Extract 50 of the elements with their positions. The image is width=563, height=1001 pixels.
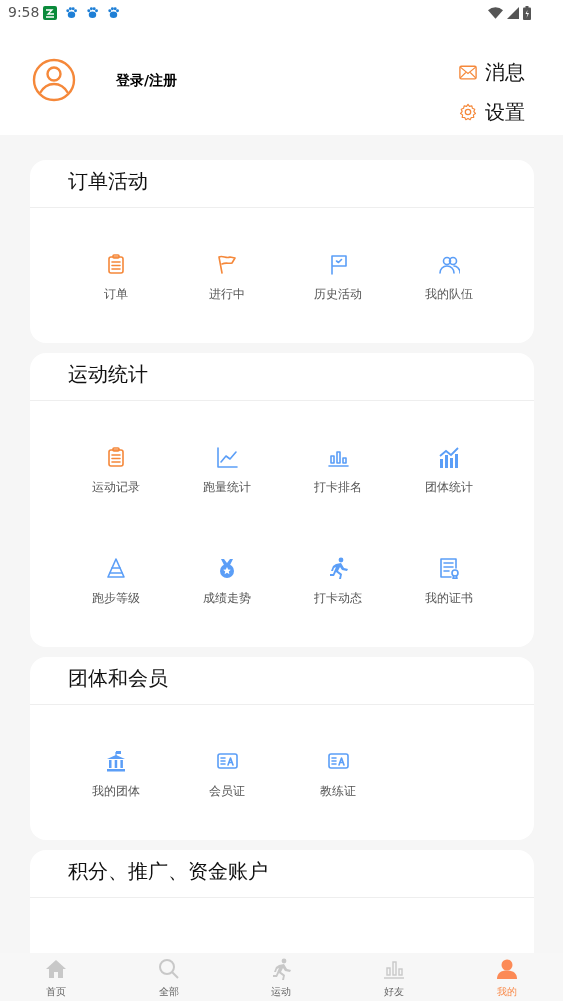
menu-item[interactable]: 成绩走势	[171, 534, 282, 645]
section-title: 团体和会员	[30, 657, 534, 705]
bar-chart-icon	[437, 446, 460, 468]
status-time: 9:58	[8, 3, 40, 22]
id-card-icon	[326, 750, 349, 772]
tab-item[interactable]: 运动	[225, 953, 338, 1001]
login-link[interactable]: 登录/注册	[116, 69, 178, 91]
paw-icon	[65, 6, 79, 19]
menu-item[interactable]: 会员证	[171, 727, 282, 838]
mail-icon	[459, 64, 477, 80]
certificate-icon	[437, 557, 460, 579]
signal-icon	[507, 6, 519, 19]
app-icon	[43, 5, 58, 20]
paw-icon	[86, 6, 100, 19]
settings-button[interactable]: 设置	[459, 100, 525, 124]
tab-item[interactable]: 全部	[112, 953, 226, 1001]
person-icon	[495, 958, 518, 980]
menu-item[interactable]: 运动记录	[60, 423, 171, 534]
battery-icon	[523, 5, 531, 20]
menu-item[interactable]: 打卡排名	[282, 423, 393, 534]
tab-item[interactable]: 好友	[337, 953, 451, 1001]
runner-icon	[270, 958, 293, 980]
building-icon	[104, 750, 127, 772]
section-title: 运动统计	[30, 353, 534, 401]
pyramid-icon	[104, 557, 127, 579]
section-title: 订单活动	[30, 160, 534, 208]
id-card-icon	[215, 750, 238, 772]
paw-icon	[107, 6, 121, 19]
menu-item[interactable]: 历史活动	[282, 230, 393, 341]
menu-item[interactable]: 订单	[60, 230, 171, 341]
menu-item[interactable]: 打卡动态	[282, 534, 393, 645]
wifi-icon	[488, 6, 503, 19]
line-chart-icon	[215, 446, 238, 468]
flag-icon	[215, 253, 238, 275]
avatar-icon	[32, 58, 76, 102]
home-icon	[45, 958, 68, 980]
menu-item[interactable]: 我的证书	[393, 534, 504, 645]
menu-item[interactable]: 跑量统计	[171, 423, 282, 534]
menu-item[interactable]: 教练证	[282, 727, 393, 838]
menu-item[interactable]: 我的队伍	[393, 230, 504, 341]
menu-item[interactable]: 团体统计	[393, 423, 504, 534]
menu-item[interactable]: 进行中	[171, 230, 282, 341]
section-title: 积分、推广、资金账户	[30, 850, 534, 898]
settings-icon	[459, 103, 477, 121]
menu-item[interactable]: 跑步等级	[60, 534, 171, 645]
menu-item[interactable]: 我的团体	[60, 727, 171, 838]
tab-item[interactable]: 首页	[0, 953, 113, 1001]
messages-button[interactable]: 消息	[459, 60, 525, 84]
search-icon	[157, 958, 180, 980]
bar-chart-icon	[383, 958, 406, 980]
